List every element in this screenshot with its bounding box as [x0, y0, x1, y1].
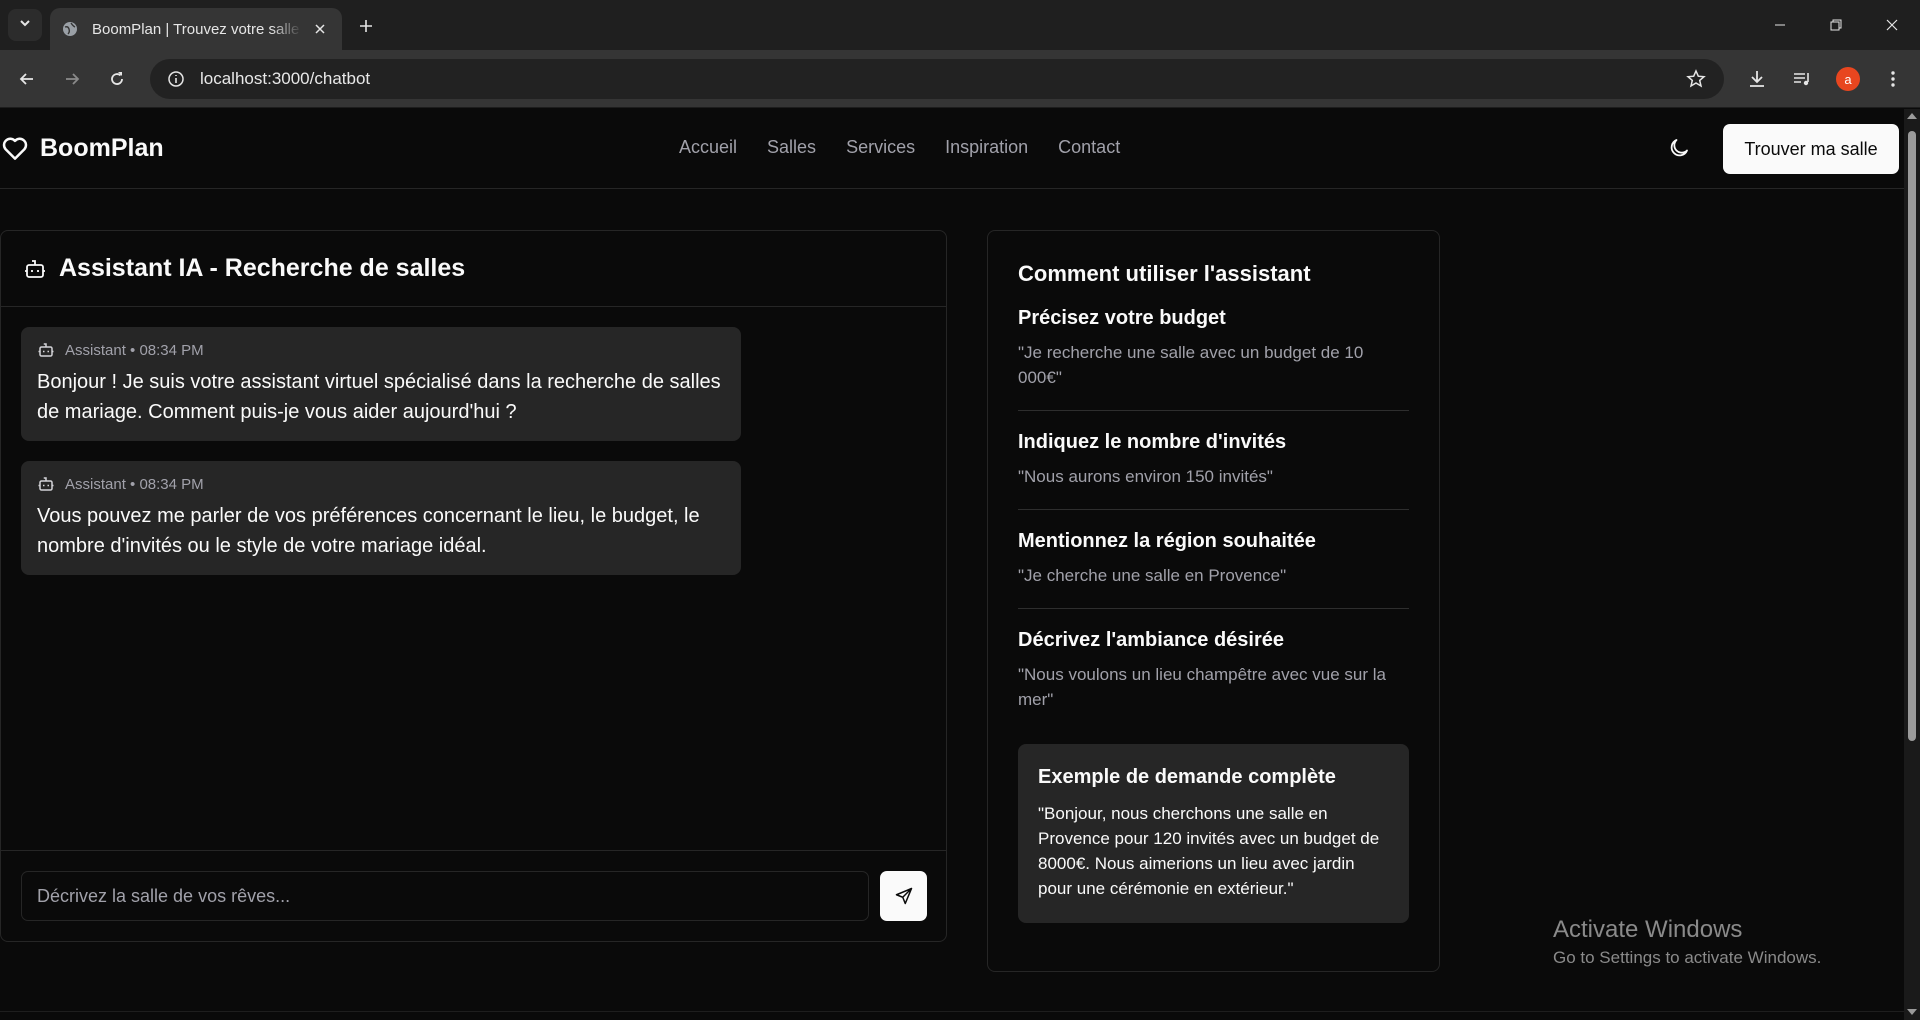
chat-title: Assistant IA - Recherche de salles — [59, 254, 466, 282]
address-bar[interactable]: localhost:3000/chatbot — [150, 59, 1724, 99]
chat-message-input[interactable] — [21, 871, 869, 921]
bot-icon — [37, 475, 55, 493]
nav-link-salles[interactable]: Salles — [767, 137, 816, 158]
tip-title: Décrivez l'ambiance désirée — [1018, 629, 1285, 651]
site-header: BoomPlan Accueil Salles Services Inspira… — [0, 109, 1904, 189]
browser-toolbar: localhost:3000/chatbot a — [0, 50, 1920, 108]
browser-menu-button[interactable] — [1876, 62, 1910, 96]
message-text: Vous pouvez me parler de vos préférences… — [37, 505, 700, 557]
assistant-message: Assistant • 08:34 PM Vous pouvez me parl… — [21, 461, 741, 575]
bot-icon — [23, 257, 47, 281]
close-window-button[interactable] — [1864, 0, 1920, 50]
send-icon — [895, 887, 912, 905]
moon-icon — [1670, 139, 1688, 157]
restore-icon — [1830, 19, 1842, 31]
message-text: Bonjour ! Je suis votre assistant virtue… — [37, 371, 721, 423]
help-panel: Comment utiliser l'assistant Précisez vo… — [987, 230, 1440, 972]
tab-title: BoomPlan | Trouvez votre salle de mariag… — [92, 20, 302, 38]
tip-item: Mentionnez la région souhaitée "Je cherc… — [1018, 530, 1409, 609]
page-viewport: BoomPlan Accueil Salles Services Inspira… — [0, 109, 1904, 1020]
arrow-left-icon — [19, 73, 33, 85]
site-info-icon[interactable] — [164, 67, 188, 91]
bot-icon — [37, 341, 55, 359]
tip-item: Décrivez l'ambiance désirée "Nous voulon… — [1018, 629, 1409, 712]
download-icon — [1750, 71, 1764, 87]
nav-link-accueil[interactable]: Accueil — [679, 137, 737, 158]
tip-text: "Nous aurons environ 150 invités" — [1018, 467, 1273, 486]
scroll-down-arrow-icon[interactable] — [1907, 1009, 1917, 1015]
example-request: Exemple de demande complète "Bonjour, no… — [1018, 744, 1409, 923]
send-button[interactable] — [880, 871, 927, 921]
arrow-right-icon — [66, 73, 80, 85]
restore-button[interactable] — [1808, 0, 1864, 50]
profile-avatar[interactable]: a — [1836, 67, 1860, 91]
browser-tabbar: BoomPlan | Trouvez votre salle de mariag… — [0, 0, 1920, 50]
scroll-up-arrow-icon[interactable] — [1907, 113, 1917, 119]
bookmark-star-icon[interactable] — [1684, 67, 1708, 91]
tip-title: Mentionnez la région souhaitée — [1018, 530, 1316, 552]
plus-icon — [360, 20, 372, 32]
forward-button[interactable] — [55, 62, 89, 96]
tip-title: Indiquez le nombre d'invités — [1018, 431, 1287, 453]
logo-text: BoomPlan — [40, 133, 164, 162]
reload-icon — [111, 72, 123, 85]
globe-icon — [62, 21, 78, 37]
example-text: "Bonjour, nous cherchons une salle en Pr… — [1038, 804, 1380, 898]
downloads-button[interactable] — [1740, 62, 1774, 96]
footer-divider — [0, 1011, 1904, 1012]
message-list: Assistant • 08:34 PM Bonjour ! Je suis v… — [21, 327, 741, 595]
back-button[interactable] — [10, 62, 44, 96]
new-tab-button[interactable] — [352, 12, 380, 40]
example-title: Exemple de demande complète — [1038, 766, 1336, 788]
minimize-icon — [1775, 24, 1785, 26]
watermark-title: Activate Windows — [1553, 916, 1743, 943]
playlist-icon — [1794, 73, 1809, 86]
message-meta: Assistant • 08:34 PM — [37, 475, 725, 493]
chat-input-bar — [1, 850, 946, 941]
close-tab-icon[interactable] — [310, 19, 330, 39]
tip-text: "Je recherche une salle avec un budget d… — [1018, 343, 1364, 387]
nav-link-contact[interactable]: Contact — [1058, 137, 1120, 158]
tip-text: "Nous voulons un lieu champêtre avec vue… — [1018, 665, 1386, 709]
main-nav: Accueil Salles Services Inspiration Cont… — [679, 137, 1120, 158]
minimize-button[interactable] — [1752, 0, 1808, 50]
watermark-subtitle: Go to Settings to activate Windows. — [1553, 948, 1822, 967]
message-meta-text: Assistant • 08:34 PM — [65, 341, 204, 359]
tip-item: Indiquez le nombre d'invités "Nous auron… — [1018, 431, 1409, 510]
chat-header: Assistant IA - Recherche de salles — [1, 231, 946, 307]
windows-activation-watermark: Activate Windows Go to Settings to activ… — [1553, 916, 1821, 968]
more-vertical-icon — [1891, 71, 1895, 87]
page-scrollbar[interactable] — [1904, 109, 1920, 1020]
scroll-thumb[interactable] — [1908, 131, 1916, 741]
site-logo[interactable]: BoomPlan — [0, 133, 164, 163]
close-icon — [1886, 19, 1898, 31]
heart-icon — [0, 133, 30, 163]
tip-title: Précisez votre budget — [1018, 307, 1226, 329]
url-text: localhost:3000/chatbot — [200, 69, 371, 88]
nav-link-inspiration[interactable]: Inspiration — [945, 137, 1028, 158]
tip-item: Précisez votre budget "Je recherche une … — [1018, 307, 1409, 411]
assistant-message: Assistant • 08:34 PM Bonjour ! Je suis v… — [21, 327, 741, 441]
chat-panel: Assistant IA - Recherche de salles Assis… — [0, 230, 947, 942]
theme-toggle-button[interactable] — [1664, 133, 1694, 163]
nav-link-services[interactable]: Services — [846, 137, 915, 158]
chevron-down-icon — [18, 16, 32, 35]
browser-tab-active[interactable]: BoomPlan | Trouvez votre salle de mariag… — [50, 8, 342, 50]
media-controls-button[interactable] — [1785, 62, 1819, 96]
tab-search-button[interactable] — [8, 9, 42, 41]
help-title: Comment utiliser l'assistant — [1018, 261, 1311, 286]
tip-text: "Je cherche une salle en Provence" — [1018, 566, 1287, 585]
find-venue-button[interactable]: Trouver ma salle — [1723, 124, 1899, 174]
message-meta-text: Assistant • 08:34 PM — [65, 475, 204, 493]
reload-button[interactable] — [100, 62, 134, 96]
message-meta: Assistant • 08:34 PM — [37, 341, 725, 359]
